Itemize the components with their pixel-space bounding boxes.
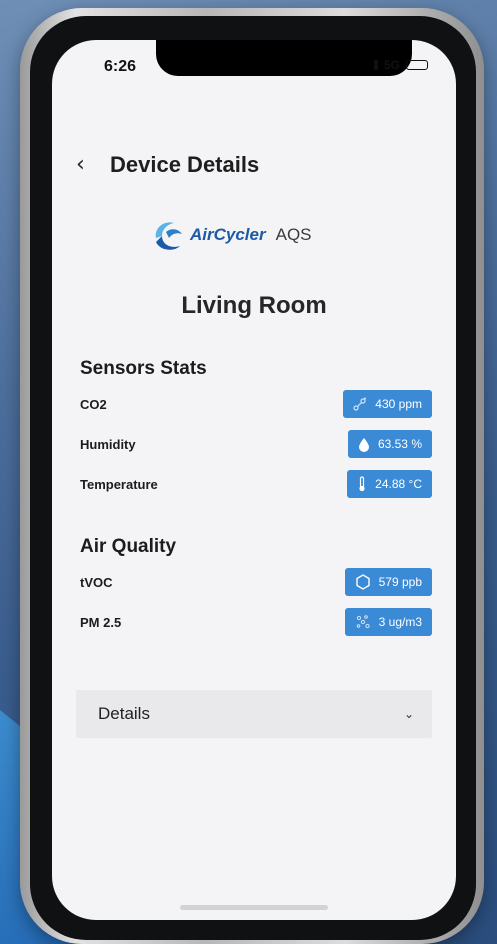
temperature-value: 24.88 °C (375, 477, 422, 491)
network-label: 5G (383, 58, 400, 72)
pm25-value-badge[interactable]: 3 ug/m3 (344, 608, 432, 636)
home-indicator (180, 905, 328, 910)
brand-suffix: AQS (275, 225, 312, 244)
co2-value: 430 ppm (375, 397, 422, 411)
aircycler-logo-icon (155, 222, 182, 250)
co2-value-badge[interactable]: 430 ppm (343, 390, 432, 418)
sensor-label: Humidity (80, 436, 136, 452)
humidity-value-badge[interactable]: 63.53 % (347, 430, 432, 458)
pm25-value: 3 ug/m3 (378, 615, 422, 629)
tvoc-value-badge[interactable]: 579 ppb (344, 568, 432, 596)
humidity-value: 63.53 % (377, 437, 422, 451)
sensor-row-co2: CO2 430 ppm (80, 390, 432, 418)
tvoc-value: 579 ppb (378, 575, 422, 589)
page-header: ‹ Device Details (76, 152, 259, 178)
sensor-label: Temperature (80, 476, 158, 492)
air-row-tvoc: tVOC 579 ppb (80, 568, 432, 596)
brand-logo: AirCycler AQS (152, 218, 312, 252)
air-quality-section-title: Air Quality (80, 536, 177, 557)
signal-icon (373, 60, 378, 70)
details-accordion[interactable]: Details ⌄ (76, 690, 432, 738)
back-button[interactable]: ‹ (76, 154, 92, 176)
app-screen: 6:26 5G ‹ Device Details AirCycler AQS L… (52, 40, 456, 920)
room-title: Living Room (181, 292, 327, 319)
sensor-row-humidity: Humidity 63.53 % (80, 430, 432, 458)
sensor-row-temperature: Temperature 24.88 °C (80, 470, 432, 498)
molecule-icon (353, 397, 367, 411)
air-label: PM 2.5 (80, 614, 122, 630)
temperature-value-badge[interactable]: 24.88 °C (347, 470, 432, 498)
sensors-section-title: Sensors Stats (80, 358, 207, 379)
thermometer-icon (359, 476, 365, 492)
chevron-down-icon[interactable]: ⌄ (404, 707, 414, 721)
sensor-label: CO2 (80, 396, 107, 412)
water-drop-icon (358, 437, 369, 452)
air-row-pm25: PM 2.5 3 ug/m3 (80, 608, 432, 636)
hexagon-icon (355, 574, 370, 590)
status-time: 6:26 (104, 58, 137, 75)
details-label: Details (98, 704, 150, 723)
brand-name: AirCycler (190, 225, 266, 244)
battery-icon (406, 60, 428, 70)
status-indicators: 5G (373, 58, 428, 72)
particles-icon (356, 615, 370, 629)
page-title: Device Details (110, 152, 260, 177)
air-label: tVOC (80, 574, 113, 590)
